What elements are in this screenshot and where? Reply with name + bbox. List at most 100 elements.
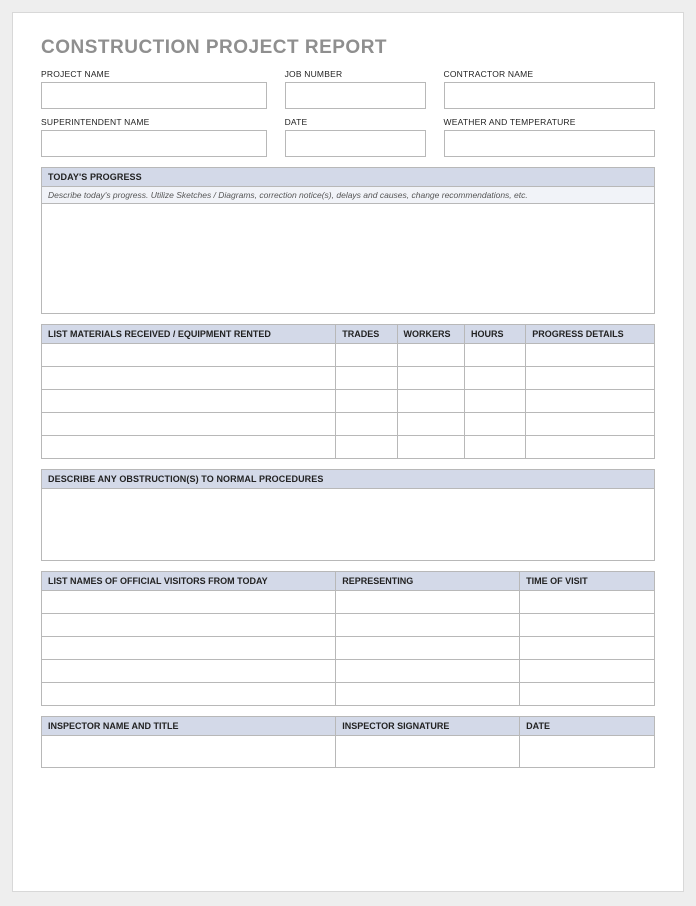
section-visitors: LIST NAMES OF OFFICIAL VISITORS FROM TOD… xyxy=(41,571,655,706)
visitors-row xyxy=(42,614,655,637)
materials-row xyxy=(42,367,655,390)
label-date: DATE xyxy=(285,117,426,127)
materials-cell[interactable] xyxy=(464,367,525,390)
inspector-row xyxy=(42,736,655,768)
visitors-col-header-2: REPRESENTING xyxy=(336,572,520,591)
label-project-name: PROJECT NAME xyxy=(41,69,267,79)
materials-cell[interactable] xyxy=(464,390,525,413)
materials-col-header-1: LIST MATERIALS RECEIVED / EQUIPMENT RENT… xyxy=(42,325,336,344)
materials-cell[interactable] xyxy=(336,413,397,436)
materials-cell[interactable] xyxy=(464,344,525,367)
inspector-col-header-3: DATE xyxy=(520,717,655,736)
materials-cell[interactable] xyxy=(526,413,655,436)
section-materials: LIST MATERIALS RECEIVED / EQUIPMENT RENT… xyxy=(41,324,655,459)
field-project-name: PROJECT NAME xyxy=(41,69,267,109)
field-superintendent-name: SUPERINTENDENT NAME xyxy=(41,117,267,157)
materials-cell[interactable] xyxy=(42,436,336,459)
header-row-1: PROJECT NAME JOB NUMBER CONTRACTOR NAME xyxy=(41,69,655,109)
inspector-col-header-2: INSPECTOR SIGNATURE xyxy=(336,717,520,736)
visitors-cell[interactable] xyxy=(336,660,520,683)
field-job-number: JOB NUMBER xyxy=(285,69,426,109)
input-job-number[interactable] xyxy=(285,82,426,109)
materials-col-header-5: PROGRESS DETAILS xyxy=(526,325,655,344)
inspector-col-header-1: INSPECTOR NAME AND TITLE xyxy=(42,717,336,736)
materials-cell[interactable] xyxy=(336,367,397,390)
materials-cell[interactable] xyxy=(336,436,397,459)
visitors-cell[interactable] xyxy=(520,683,655,706)
section-progress: TODAY'S PROGRESS Describe today's progre… xyxy=(41,167,655,314)
materials-cell[interactable] xyxy=(526,344,655,367)
materials-cell[interactable] xyxy=(42,390,336,413)
field-date: DATE xyxy=(285,117,426,157)
section-inspector: INSPECTOR NAME AND TITLE INSPECTOR SIGNA… xyxy=(41,716,655,768)
materials-table: LIST MATERIALS RECEIVED / EQUIPMENT RENT… xyxy=(41,324,655,459)
materials-cell[interactable] xyxy=(397,413,464,436)
materials-cell[interactable] xyxy=(42,413,336,436)
materials-row xyxy=(42,344,655,367)
materials-cell[interactable] xyxy=(397,390,464,413)
visitors-cell[interactable] xyxy=(336,683,520,706)
materials-col-header-4: HOURS xyxy=(464,325,525,344)
label-superintendent-name: SUPERINTENDENT NAME xyxy=(41,117,267,127)
field-weather: WEATHER AND TEMPERATURE xyxy=(444,117,655,157)
page-title: CONSTRUCTION PROJECT REPORT xyxy=(41,37,655,59)
label-job-number: JOB NUMBER xyxy=(285,69,426,79)
visitors-cell[interactable] xyxy=(42,660,336,683)
visitors-cell[interactable] xyxy=(42,637,336,660)
input-contractor-name[interactable] xyxy=(444,82,655,109)
visitors-col-header-1: LIST NAMES OF OFFICIAL VISITORS FROM TOD… xyxy=(42,572,336,591)
visitors-cell[interactable] xyxy=(520,660,655,683)
materials-cell[interactable] xyxy=(397,344,464,367)
input-project-name[interactable] xyxy=(41,82,267,109)
visitors-row xyxy=(42,683,655,706)
materials-cell[interactable] xyxy=(526,367,655,390)
visitors-cell[interactable] xyxy=(42,614,336,637)
visitors-row xyxy=(42,591,655,614)
visitors-row xyxy=(42,660,655,683)
visitors-row xyxy=(42,637,655,660)
inspector-cell-signature[interactable] xyxy=(336,736,520,768)
visitors-cell[interactable] xyxy=(336,637,520,660)
materials-cell[interactable] xyxy=(397,367,464,390)
materials-cell[interactable] xyxy=(464,413,525,436)
materials-cell[interactable] xyxy=(526,390,655,413)
visitors-cell[interactable] xyxy=(336,614,520,637)
materials-row xyxy=(42,413,655,436)
visitors-cell[interactable] xyxy=(520,614,655,637)
materials-cell[interactable] xyxy=(42,344,336,367)
obstructions-body[interactable] xyxy=(41,489,655,561)
materials-col-header-2: TRADES xyxy=(336,325,397,344)
visitors-cell[interactable] xyxy=(336,591,520,614)
label-weather: WEATHER AND TEMPERATURE xyxy=(444,117,655,127)
materials-row xyxy=(42,436,655,459)
inspector-table: INSPECTOR NAME AND TITLE INSPECTOR SIGNA… xyxy=(41,716,655,768)
field-contractor-name: CONTRACTOR NAME xyxy=(444,69,655,109)
progress-body[interactable] xyxy=(41,204,655,314)
visitors-cell[interactable] xyxy=(42,591,336,614)
obstructions-header: DESCRIBE ANY OBSTRUCTION(S) TO NORMAL PR… xyxy=(41,469,655,489)
progress-subheader: Describe today's progress. Utilize Sketc… xyxy=(41,187,655,204)
progress-header: TODAY'S PROGRESS xyxy=(41,167,655,187)
materials-cell[interactable] xyxy=(526,436,655,459)
input-superintendent-name[interactable] xyxy=(41,130,267,157)
materials-cell[interactable] xyxy=(336,344,397,367)
materials-row xyxy=(42,390,655,413)
inspector-cell-date[interactable] xyxy=(520,736,655,768)
section-obstructions: DESCRIBE ANY OBSTRUCTION(S) TO NORMAL PR… xyxy=(41,469,655,561)
materials-cell[interactable] xyxy=(464,436,525,459)
label-contractor-name: CONTRACTOR NAME xyxy=(444,69,655,79)
input-date[interactable] xyxy=(285,130,426,157)
materials-cell[interactable] xyxy=(336,390,397,413)
input-weather[interactable] xyxy=(444,130,655,157)
header-row-2: SUPERINTENDENT NAME DATE WEATHER AND TEM… xyxy=(41,117,655,157)
visitors-cell[interactable] xyxy=(42,683,336,706)
construction-report-page: CONSTRUCTION PROJECT REPORT PROJECT NAME… xyxy=(12,12,684,892)
visitors-cell[interactable] xyxy=(520,637,655,660)
inspector-cell-name[interactable] xyxy=(42,736,336,768)
visitors-table: LIST NAMES OF OFFICIAL VISITORS FROM TOD… xyxy=(41,571,655,706)
visitors-cell[interactable] xyxy=(520,591,655,614)
visitors-col-header-3: TIME OF VISIT xyxy=(520,572,655,591)
materials-col-header-3: WORKERS xyxy=(397,325,464,344)
materials-cell[interactable] xyxy=(397,436,464,459)
materials-cell[interactable] xyxy=(42,367,336,390)
